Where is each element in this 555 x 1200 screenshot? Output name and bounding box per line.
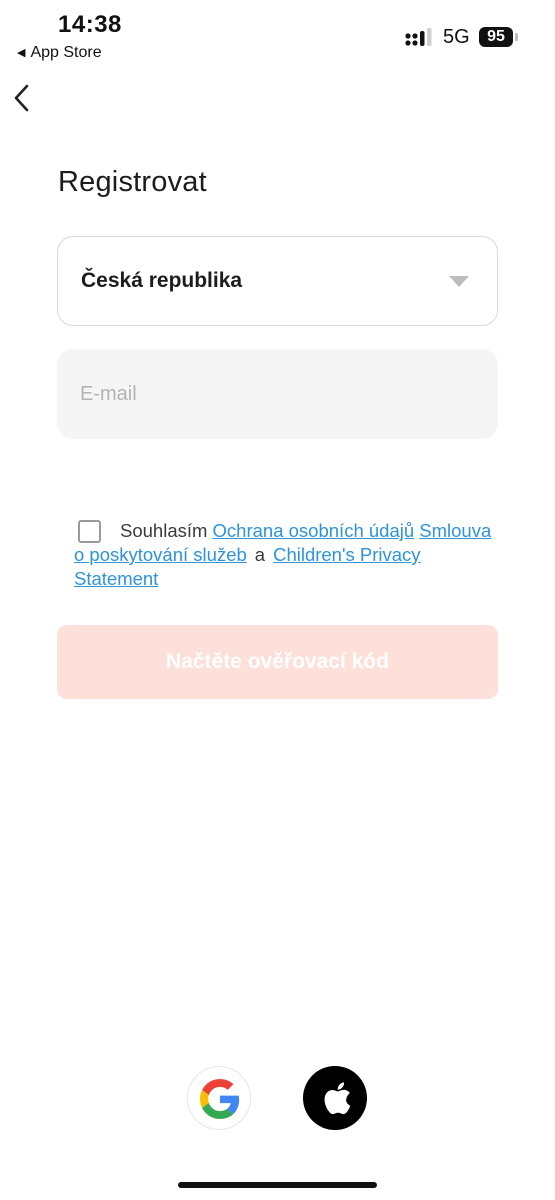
google-login-button[interactable] — [187, 1066, 251, 1130]
back-triangle-icon: ◀ — [17, 47, 26, 59]
network-type: 5G — [443, 26, 470, 48]
country-value: Česká republika — [81, 269, 243, 292]
battery-icon: 95 — [479, 27, 513, 47]
status-time: 14:38 — [58, 11, 122, 38]
apple-login-button[interactable] — [303, 1066, 367, 1130]
battery-tip — [515, 33, 518, 41]
consent-conjunction: a — [254, 544, 266, 565]
google-icon — [200, 1079, 240, 1119]
back-app-label: App Store — [30, 44, 102, 61]
email-field[interactable] — [57, 349, 498, 439]
chevron-left-icon — [14, 84, 29, 112]
signal-icon — [405, 28, 432, 46]
home-indicator — [178, 1182, 377, 1188]
back-to-app-link[interactable]: ◀ App Store — [17, 44, 102, 62]
apple-icon — [324, 1082, 351, 1115]
consent-prefix: Souhlasím — [120, 520, 208, 541]
get-code-button[interactable]: Načtěte ověřovací kód — [57, 625, 498, 699]
status-bar: 14:38 ◀ App Store 5G 95 — [0, 0, 555, 70]
privacy-link[interactable]: Ochrana osobních údajů — [213, 520, 415, 541]
back-button[interactable] — [10, 80, 36, 116]
country-select[interactable]: Česká republika — [57, 236, 498, 326]
page-title: Registrovat — [58, 166, 207, 198]
caret-down-icon — [449, 276, 469, 287]
consent-text: Souhlasím Ochrana osobních údajů Smlouva… — [74, 519, 494, 591]
